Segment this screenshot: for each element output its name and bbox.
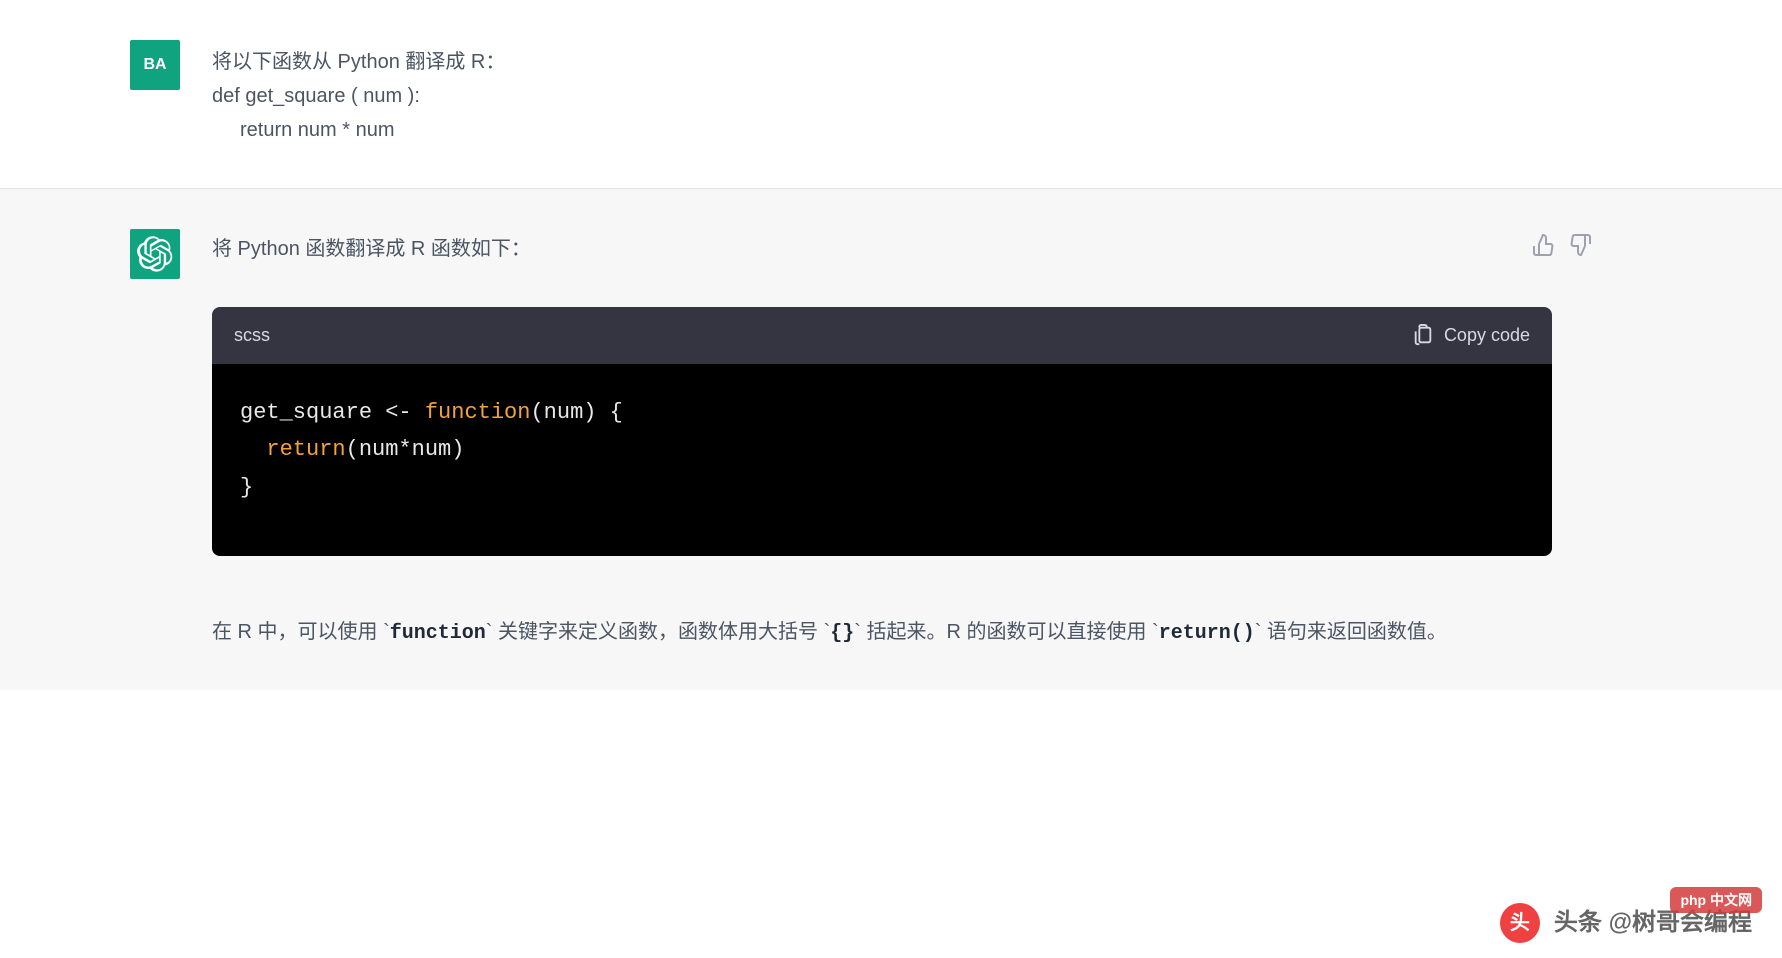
assistant-message: 将 Python 函数翻译成 R 函数如下： scss Copy code ge…: [0, 188, 1782, 690]
assistant-content: 将 Python 函数翻译成 R 函数如下： scss Copy code ge…: [212, 229, 1652, 650]
watermark-badge-icon: 头: [1500, 903, 1540, 943]
user-avatar: BA: [130, 40, 180, 90]
code-language-label: scss: [234, 321, 270, 350]
assistant-avatar: [130, 229, 180, 279]
user-line-1: 将以下函数从 Python 翻译成 R：: [212, 46, 1652, 78]
copy-code-button[interactable]: Copy code: [1412, 321, 1530, 350]
openai-icon: [137, 236, 173, 272]
user-message: BA 将以下函数从 Python 翻译成 R： def get_square (…: [0, 0, 1782, 188]
assistant-intro: 将 Python 函数翻译成 R 函数如下：: [212, 233, 1512, 265]
watermark-sub: php 中文网: [1670, 887, 1762, 913]
code-line-2: return(num*num): [240, 431, 1524, 468]
code-line-1: get_square <- function(num) {: [240, 394, 1524, 431]
clipboard-icon: [1412, 324, 1434, 346]
user-line-3: return num * num: [212, 114, 1652, 146]
copy-code-label: Copy code: [1444, 321, 1530, 350]
code-block: scss Copy code get_square <- function(nu…: [212, 307, 1552, 556]
feedback-buttons: [1532, 233, 1652, 267]
watermark: 头 头条 @树哥会编程 php 中文网: [1500, 903, 1752, 943]
thumbs-up-icon[interactable]: [1532, 233, 1556, 267]
user-content: 将以下函数从 Python 翻译成 R： def get_square ( nu…: [212, 40, 1652, 148]
user-line-2: def get_square ( num ):: [212, 80, 1652, 112]
code-header: scss Copy code: [212, 307, 1552, 364]
thumbs-down-icon[interactable]: [1568, 233, 1592, 267]
assistant-explanation: 在 R 中，可以使用 `function` 关键字来定义函数，函数体用大括号 `…: [212, 616, 1552, 650]
code-line-3: }: [240, 469, 1524, 506]
code-body: get_square <- function(num) { return(num…: [212, 364, 1552, 556]
